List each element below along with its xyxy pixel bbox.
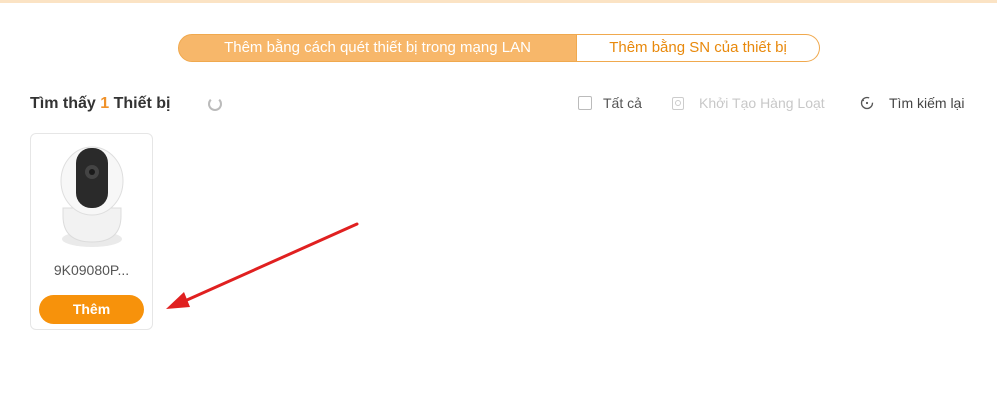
- select-all-label: Tất cả: [603, 95, 642, 111]
- loading-spinner-icon: [208, 97, 222, 111]
- refresh-icon: [860, 96, 874, 110]
- rescan-label: Tìm kiếm lại: [889, 95, 965, 111]
- device-sn: 9K09080P...: [53, 262, 130, 278]
- found-prefix: Tìm thấy: [30, 95, 101, 112]
- add-method-tabs: Thêm bằng cách quét thiết bị trong mạng …: [178, 34, 820, 62]
- found-suffix: Thiết bị: [109, 95, 171, 112]
- found-count: 1: [100, 95, 110, 112]
- add-device-button[interactable]: Thêm: [39, 295, 144, 324]
- checkbox-icon[interactable]: [578, 96, 592, 110]
- tab-add-by-sn[interactable]: Thêm bằng SN của thiết bị: [577, 34, 820, 62]
- top-border: [0, 0, 997, 3]
- device-card: 9K09080P... Thêm: [30, 133, 153, 330]
- tab-lan-scan[interactable]: Thêm bằng cách quét thiết bị trong mạng …: [178, 34, 577, 62]
- select-all-checkbox[interactable]: Tất cả: [578, 95, 642, 111]
- camera-image: [60, 146, 124, 247]
- batch-init-icon: [672, 96, 684, 110]
- found-devices-label: Tìm thấy 1 Thiết bị: [30, 95, 170, 113]
- annotation-arrow-icon: [166, 222, 359, 309]
- batch-init-label: Khởi Tạo Hàng Loạt: [699, 95, 825, 111]
- batch-init-button[interactable]: Khởi Tạo Hàng Loạt: [672, 95, 825, 111]
- rescan-button[interactable]: Tìm kiếm lại: [860, 95, 964, 111]
